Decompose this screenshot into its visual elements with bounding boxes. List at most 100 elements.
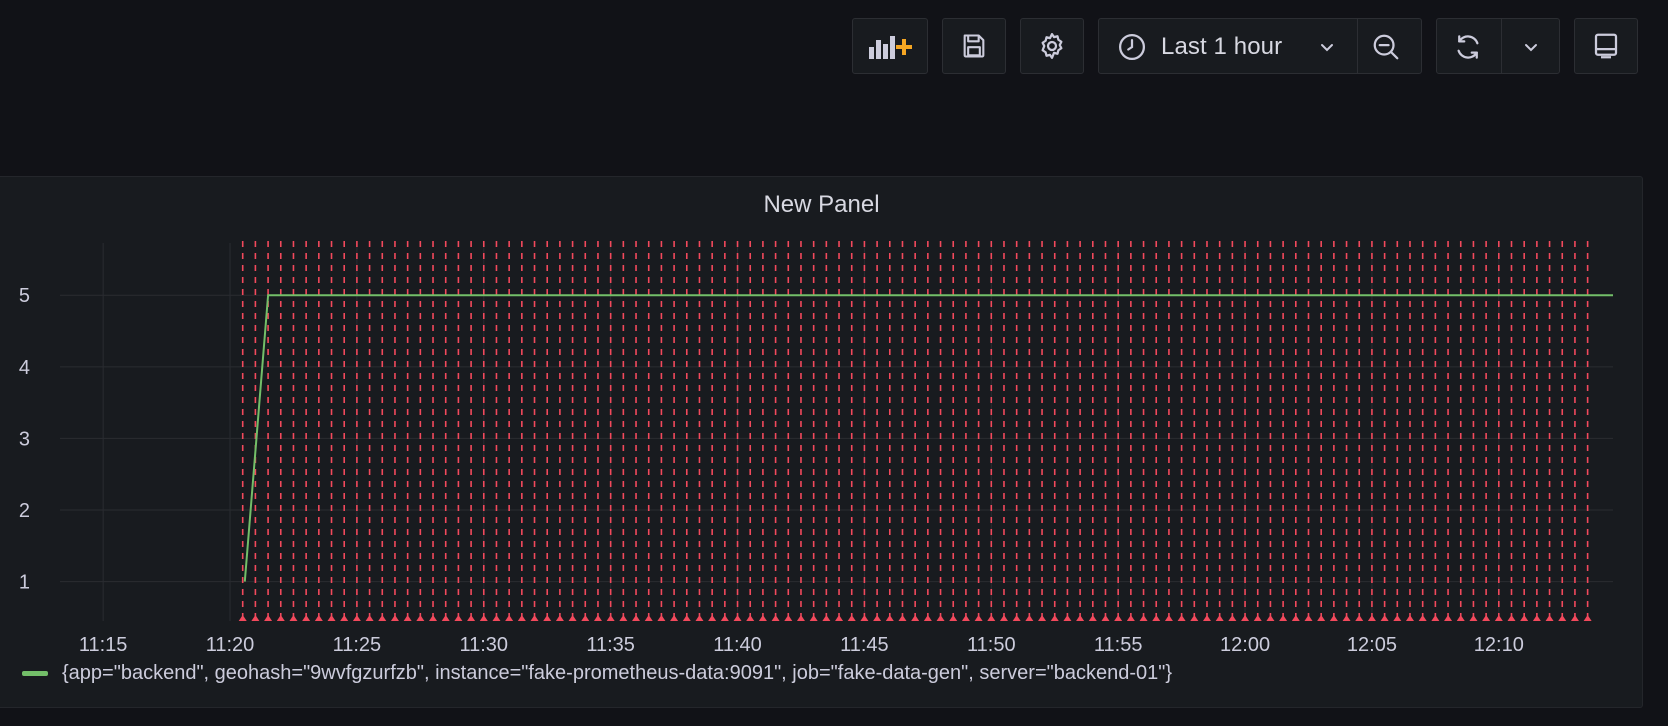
annotation-marker [1418, 615, 1427, 621]
annotation-marker [238, 615, 247, 621]
annotation-marker [543, 615, 552, 621]
x-tick-label: 11:15 [79, 634, 128, 656]
time-range-label: Last 1 hour [1161, 33, 1283, 60]
annotation-marker [1215, 615, 1224, 621]
annotation-marker [657, 615, 666, 621]
annotation-marker [1253, 615, 1262, 621]
refresh-picker[interactable] [1436, 18, 1560, 74]
annotation-marker [606, 615, 615, 621]
annotation-marker [1482, 615, 1491, 621]
annotation-marker [289, 615, 298, 621]
x-tick-label: 11:35 [586, 634, 635, 656]
annotation-marker [746, 615, 755, 621]
annotation-marker [1088, 615, 1097, 621]
annotation-marker [733, 615, 742, 621]
annotation-marker [492, 615, 501, 621]
zoom-out-button[interactable] [1371, 32, 1401, 62]
annotation-marker [555, 615, 564, 621]
refresh-icon[interactable] [1453, 32, 1483, 62]
legend-label[interactable]: {app="backend", geohash="9wvfgzurfzb", i… [62, 662, 1172, 685]
annotation-marker [1190, 615, 1199, 621]
graph-panel: New Panel 1 2 3 4 5 11:15 11:20 11:25 11:30 11:35… [0, 176, 1643, 708]
annotation-marker [517, 615, 526, 621]
annotation-marker [911, 615, 920, 621]
time-series-chart[interactable]: 1 2 3 4 5 11:15 11:20 11:25 11:30 11:35 11:40 11:45… [0, 177, 1643, 657]
annotation-marker [961, 615, 970, 621]
annotation-marker [1241, 615, 1250, 621]
annotation-marker [251, 615, 260, 621]
annotation-marker [1076, 615, 1085, 621]
annotation-marker [403, 615, 412, 621]
annotation-marker [568, 615, 577, 621]
annotation-marker [1558, 615, 1567, 621]
annotation-marker [885, 615, 894, 621]
annotation-marker [276, 615, 285, 621]
annotation-marker [378, 615, 387, 621]
annotation-marker [1177, 615, 1186, 621]
y-tick-label: 3 [19, 428, 30, 450]
annotation-marker [365, 615, 374, 621]
x-tick-label: 11:40 [713, 634, 762, 656]
annotation-marker [1507, 615, 1516, 621]
save-dashboard-button[interactable] [942, 18, 1006, 74]
annotation-marker [720, 615, 729, 621]
annotation-marker [860, 615, 869, 621]
tv-mode-button[interactable] [1574, 18, 1638, 74]
annotation-marker [479, 615, 488, 621]
annotation-marker [847, 615, 856, 621]
annotation-marker [1494, 615, 1503, 621]
refresh-interval-chevron-icon[interactable] [1521, 37, 1541, 57]
y-tick-label: 5 [19, 285, 30, 307]
annotation-marker [974, 615, 983, 621]
annotation-marker [1101, 615, 1110, 621]
annotation-marker [1164, 615, 1173, 621]
x-tick-label: 11:30 [459, 634, 508, 656]
x-tick-label: 12:05 [1347, 634, 1397, 656]
annotation-marker [1329, 615, 1338, 621]
add-panel-icon [867, 31, 913, 61]
annotation-marker [987, 615, 996, 621]
annotation-marker [1139, 615, 1148, 621]
annotation-marker [327, 615, 336, 621]
annotation-marker [796, 615, 805, 621]
annotation-marker [1038, 615, 1047, 621]
time-range-picker[interactable]: Last 1 hour [1098, 18, 1422, 74]
add-panel-button[interactable] [852, 18, 928, 74]
annotation-marker [340, 615, 349, 621]
annotation-marker [429, 615, 438, 621]
annotation-marker [314, 615, 323, 621]
annotation-marker [441, 615, 450, 621]
annotation-marker [1583, 615, 1592, 621]
annotation-marker [1126, 615, 1135, 621]
annotation-marker [1152, 615, 1161, 621]
annotation-marker [1291, 615, 1300, 621]
annotation-marker [936, 615, 945, 621]
annotation-marker [593, 615, 602, 621]
annotation-marker [1063, 615, 1072, 621]
annotation-marker [999, 615, 1008, 621]
annotation-marker [632, 615, 641, 621]
x-tick-label: 11:20 [206, 634, 255, 656]
annotation-marker [873, 615, 882, 621]
annotation-marker [1393, 615, 1402, 621]
annotation-marker [264, 615, 273, 621]
annotation-marker [1545, 615, 1554, 621]
dashboard-settings-button[interactable] [1020, 18, 1084, 74]
legend: {app="backend", geohash="9wvfgzurfzb", i… [22, 659, 1172, 687]
dashboard-toolbar: Last 1 hour [0, 18, 1668, 76]
annotation-marker [822, 615, 831, 621]
annotation-marker [1570, 615, 1579, 621]
annotation-marker [1114, 615, 1123, 621]
annotation-marker [390, 615, 399, 621]
annotation-marker [1228, 615, 1237, 621]
annotation-marker [581, 615, 590, 621]
annotation-marker [505, 615, 514, 621]
annotation-marker [1025, 615, 1034, 621]
annotation-marker [1431, 615, 1440, 621]
annotation-marker [1532, 615, 1541, 621]
annotation-marker [1266, 615, 1275, 621]
annotation-marker [619, 615, 628, 621]
annotation-marker [302, 615, 311, 621]
annotation-marker [949, 615, 958, 621]
annotation-marker [708, 615, 717, 621]
